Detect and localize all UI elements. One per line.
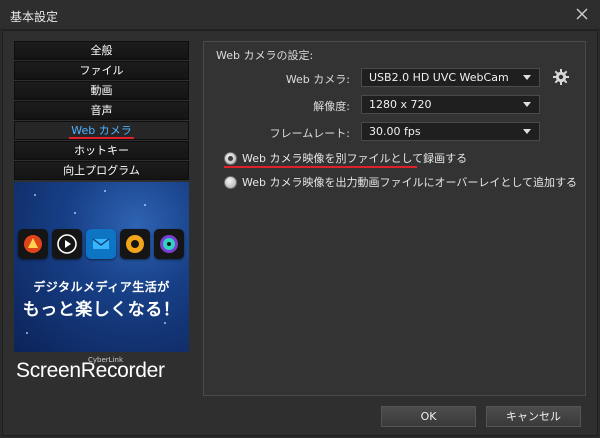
nav-item-video[interactable]: 動画	[14, 81, 189, 100]
star-decoration	[34, 194, 36, 196]
brand-name: ScreenRecorder	[16, 359, 165, 382]
section-title: Web カメラの設定:	[216, 49, 314, 62]
nav-item-label: Web カメラ	[69, 124, 134, 139]
nav-item-label: ファイル	[79, 64, 124, 77]
webcam-label: Web カメラ:	[285, 73, 350, 86]
resolution-label: 解像度:	[313, 100, 350, 113]
ok-button[interactable]: OK	[381, 406, 476, 427]
framerate-select-value: 30.00 fps	[369, 125, 421, 138]
star-decoration	[74, 212, 76, 214]
nav-item-webcam[interactable]: Web カメラ	[14, 121, 189, 140]
star-decoration	[144, 204, 146, 206]
promo-line-1: デジタルメディア生活が	[33, 280, 170, 294]
star-decoration	[26, 332, 28, 334]
webcam-select-value: USB2.0 HD UVC WebCam	[369, 71, 509, 84]
chevron-down-icon	[523, 129, 531, 134]
mail-icon	[86, 229, 116, 259]
window-title: 基本設定	[10, 10, 59, 24]
power-director-icon	[18, 229, 48, 259]
overlay-option[interactable]: Web カメラ映像を出力動画ファイルにオーバーレイとして追加する	[224, 174, 577, 190]
nav-item-general[interactable]: 全般	[14, 41, 189, 60]
gear-icon[interactable]	[552, 68, 570, 86]
star-decoration	[104, 190, 106, 192]
promo-banner[interactable]: デジタルメディア生活が もっと楽しくなる！	[14, 182, 189, 352]
radio-button[interactable]	[224, 175, 237, 189]
nav-item-label: ホットキー	[74, 144, 129, 157]
app-icons	[18, 229, 184, 259]
nav-item-label: 全般	[90, 44, 113, 57]
webcam-select[interactable]: USB2.0 HD UVC WebCam	[361, 68, 540, 87]
close-icon[interactable]	[574, 6, 590, 22]
resolution-select[interactable]: 1280 x 720	[361, 95, 540, 114]
star-decoration	[164, 322, 166, 324]
chevron-down-icon	[523, 102, 531, 107]
nav-item-file[interactable]: ファイル	[14, 61, 189, 80]
radio-button-checked[interactable]	[224, 151, 237, 165]
aperture-icon	[120, 229, 150, 259]
nav-item-audio[interactable]: 音声	[14, 101, 189, 120]
nav-item-hotkeys[interactable]: ホットキー	[14, 141, 189, 160]
settings-nav: 全般 ファイル 動画 音声 Web カメラ ホットキー 向上プログラム	[14, 41, 189, 181]
disc-icon	[154, 229, 184, 259]
nav-item-label: 向上プログラム	[63, 164, 140, 177]
resolution-select-value: 1280 x 720	[369, 98, 432, 111]
framerate-label: フレームレート:	[269, 127, 350, 140]
framerate-select[interactable]: 30.00 fps	[361, 122, 540, 141]
nav-item-improvement-program[interactable]: 向上プログラム	[14, 161, 189, 180]
record-separate-file-option[interactable]: Web カメラ映像を別ファイルとして録画する	[224, 150, 467, 166]
cancel-button[interactable]: キャンセル	[486, 406, 581, 427]
chevron-down-icon	[523, 75, 531, 80]
play-icon	[52, 229, 82, 259]
nav-item-label: 音声	[90, 104, 113, 117]
nav-item-label: 動画	[90, 84, 113, 97]
promo-line-2: もっと楽しくなる！	[22, 300, 181, 320]
highlight-underline	[224, 166, 417, 168]
brand-logo: CyberLink ScreenRecorder	[14, 354, 189, 384]
title-bar: 基本設定	[0, 0, 600, 30]
radio-label: Web カメラ映像を別ファイルとして録画する	[242, 152, 468, 165]
radio-label: Web カメラ映像を出力動画ファイルにオーバーレイとして追加する	[242, 176, 578, 189]
